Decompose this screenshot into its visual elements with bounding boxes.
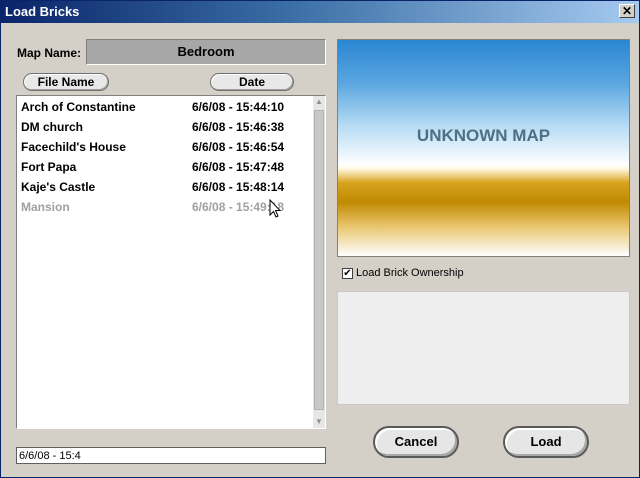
- ownership-label: Load Brick Ownership: [356, 267, 464, 279]
- close-button[interactable]: ✕: [619, 4, 635, 18]
- file-name: DM church: [21, 120, 84, 134]
- file-name: Facechild's House: [21, 140, 126, 154]
- load-bricks-dialog: Load Bricks ✕ Map Name: Bedroom File Nam…: [0, 0, 640, 478]
- file-date: 6/6/08 - 15:46:54: [192, 140, 285, 154]
- file-date: 6/6/08 - 15:46:38: [192, 120, 285, 134]
- window-title: Load Bricks: [5, 4, 80, 19]
- file-name: Arch of Constantine: [21, 100, 136, 114]
- map-preview: UNKNOWN MAP: [337, 39, 630, 257]
- list-scrollbar[interactable]: ▲ ▼: [313, 96, 325, 428]
- sort-file-name-button[interactable]: File Name: [23, 73, 109, 91]
- file-path-input[interactable]: [16, 447, 326, 464]
- file-date: 6/6/08 - 15:48:14: [192, 180, 285, 194]
- map-name-field[interactable]: Bedroom: [86, 39, 326, 65]
- list-item[interactable]: Kaje's Castle 6/6/08 - 15:48:14: [21, 178, 311, 198]
- ownership-checkbox[interactable]: ✔: [342, 268, 353, 279]
- list-item[interactable]: DM church 6/6/08 - 15:46:38: [21, 118, 311, 138]
- scroll-up-icon[interactable]: ▲: [314, 96, 324, 108]
- file-name: Mansion: [21, 200, 70, 214]
- file-list[interactable]: Arch of Constantine 6/6/08 - 15:44:10 DM…: [16, 95, 326, 429]
- file-name: Kaje's Castle: [21, 180, 96, 194]
- list-item[interactable]: Mansion 6/6/08 - 15:49:18: [21, 198, 311, 218]
- scroll-down-icon[interactable]: ▼: [314, 416, 324, 428]
- file-name: Fort Papa: [21, 160, 77, 174]
- list-item[interactable]: Fort Papa 6/6/08 - 15:47:48: [21, 158, 311, 178]
- map-name-label: Map Name:: [17, 46, 82, 60]
- info-panel: [337, 291, 630, 405]
- preview-label: UNKNOWN MAP: [416, 126, 551, 145]
- scroll-thumb[interactable]: [314, 110, 324, 410]
- cancel-button[interactable]: Cancel: [373, 426, 459, 458]
- list-item[interactable]: Arch of Constantine 6/6/08 - 15:44:10: [21, 98, 311, 118]
- load-button[interactable]: Load: [503, 426, 589, 458]
- list-item[interactable]: Facechild's House 6/6/08 - 15:46:54: [21, 138, 311, 158]
- file-date: 6/6/08 - 15:44:10: [192, 100, 285, 114]
- sort-date-button[interactable]: Date: [210, 73, 294, 91]
- title-bar[interactable]: Load Bricks ✕: [1, 1, 639, 23]
- file-date: 6/6/08 - 15:47:48: [192, 160, 285, 174]
